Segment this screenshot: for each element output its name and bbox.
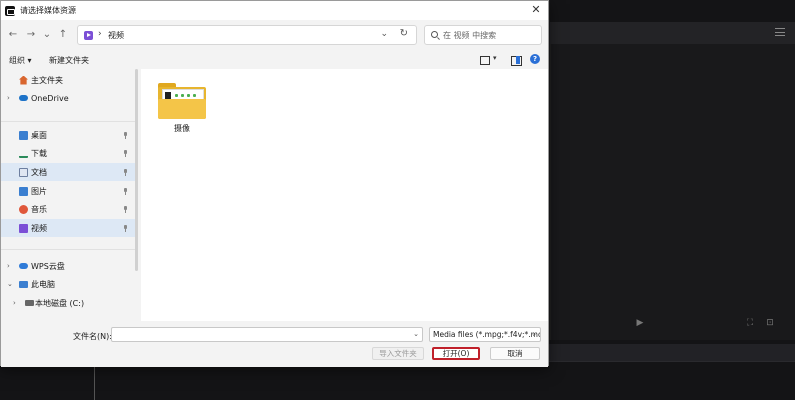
dialog-title: 请选择媒体资源 (20, 6, 76, 15)
search-box[interactable]: 在 视频 中搜索 (424, 25, 542, 45)
file-list-pane: 摄像 (141, 69, 548, 321)
video-icon (19, 223, 28, 233)
sidebar-item-videos[interactable]: 视频 (1, 219, 135, 237)
sidebar-item-music[interactable]: 音乐 (1, 200, 135, 218)
expand-chevron-icon[interactable]: › (7, 94, 10, 102)
timeline-playhead[interactable] (94, 362, 95, 400)
filename-input[interactable]: ⌄ (111, 327, 423, 342)
sidebar-item-downloads[interactable]: 下载 (1, 144, 135, 162)
sidebar-item-onedrive[interactable]: › OneDrive (1, 89, 135, 107)
computer-icon (19, 280, 28, 288)
file-type-select[interactable]: Media files (*.mpg;*.f4v;*.mo ⌄ (429, 327, 541, 342)
sidebar-item-home[interactable]: 主文件夹 (1, 71, 135, 89)
sidebar-item-label: WPS云盘 (31, 261, 65, 271)
sidebar-item-this-pc[interactable]: ⌄ 此电脑 (1, 275, 135, 293)
new-folder-button[interactable]: 新建文件夹 (49, 55, 89, 66)
filename-label: 文件名(N): (73, 332, 112, 341)
sidebar-item-label: 桌面 (31, 130, 47, 140)
desktop-icon (19, 130, 28, 140)
sidebar-item-pictures[interactable]: 图片 (1, 182, 135, 200)
wps-cloud-icon (19, 263, 28, 269)
background-titlebar (550, 0, 795, 22)
play-icon[interactable]: ▶ (634, 318, 646, 328)
recent-locations-icon[interactable]: ⌄ (41, 29, 53, 41)
expand-chevron-icon[interactable]: › (13, 299, 16, 307)
dialog-titlebar: 请选择媒体资源 ✕ (1, 1, 548, 20)
sidebar-item-label: 下载 (31, 148, 47, 158)
forward-arrow-icon[interactable]: → (25, 29, 37, 41)
home-icon (19, 75, 28, 85)
command-bar: 组织 ▾ 新建文件夹 ▾ (1, 51, 548, 69)
cancel-button[interactable]: 取消 (490, 347, 540, 360)
fullscreen-icon[interactable]: ⛶ (744, 318, 756, 328)
sidebar-item-label: OneDrive (31, 93, 69, 103)
pin-icon[interactable] (123, 131, 128, 139)
hamburger-menu-icon[interactable] (775, 28, 785, 36)
music-icon (19, 204, 28, 214)
background-preview-panel (550, 44, 795, 340)
dialog-footer: 文件名(N): ⌄ Media files (*.mpg;*.f4v;*.mo … (1, 321, 548, 367)
pin-icon[interactable] (123, 205, 128, 213)
download-icon (19, 149, 28, 158)
view-dropdown-icon[interactable]: ▾ (493, 54, 497, 62)
address-bar[interactable]: › 视频 ⌄ ↻ (77, 25, 417, 45)
sidebar-item-label: 音乐 (31, 204, 47, 214)
preview-pane-icon[interactable] (510, 54, 522, 66)
document-icon (19, 167, 28, 177)
video-folder-icon (84, 31, 93, 40)
sidebar-item-label: 文档 (31, 167, 47, 177)
close-icon[interactable]: ✕ (530, 4, 542, 16)
sidebar-item-label: 此电脑 (31, 279, 55, 289)
sidebar-divider (1, 249, 135, 250)
back-arrow-icon[interactable]: ← (7, 29, 19, 41)
sidebar-item-desktop[interactable]: 桌面 (1, 126, 135, 144)
folder-item[interactable]: 摄像 (156, 79, 212, 147)
pictures-icon (19, 186, 28, 196)
sidebar-item-documents[interactable]: 文档 (1, 163, 135, 181)
sidebar-scrollbar[interactable] (135, 69, 138, 271)
pin-icon[interactable] (123, 224, 128, 232)
sidebar-item-label: 主文件夹 (31, 75, 63, 85)
background-toolbar (550, 22, 795, 44)
folder-icon (156, 79, 208, 121)
pin-icon[interactable] (123, 168, 128, 176)
refresh-icon[interactable]: ↻ (400, 28, 408, 39)
organize-button[interactable]: 组织 ▾ (9, 55, 32, 66)
pin-icon[interactable] (123, 149, 128, 157)
ratio-icon[interactable]: ⊡ (764, 318, 776, 328)
view-mode-icon[interactable] (479, 54, 491, 66)
collapse-chevron-icon[interactable]: ⌄ (7, 280, 13, 288)
sidebar-item-local-disk-c[interactable]: › 本地磁盘 (C:) (1, 294, 135, 312)
drive-icon (25, 300, 34, 306)
open-button[interactable]: 打开(O) (432, 347, 480, 360)
file-open-dialog: 请选择媒体资源 ✕ ← → ⌄ ↑ › 视频 ⌄ ↻ 在 视频 中搜索 组织 ▾… (0, 0, 549, 367)
sidebar-item-label: 视频 (31, 223, 47, 233)
help-icon[interactable] (529, 54, 541, 66)
file-type-dropdown-icon[interactable]: ⌄ (531, 330, 537, 338)
filename-dropdown-icon[interactable]: ⌄ (413, 330, 419, 338)
up-arrow-icon[interactable]: ↑ (57, 29, 69, 41)
sidebar-item-wps-cloud[interactable]: › WPS云盘 (1, 257, 135, 275)
sidebar-item-label: 本地磁盘 (C:) (35, 298, 85, 308)
folder-name: 摄像 (174, 124, 190, 133)
file-type-value: Media files (*.mpg;*.f4v;*.mo (433, 330, 541, 339)
cloud-icon (19, 95, 28, 101)
breadcrumb-separator-icon[interactable]: › (98, 29, 102, 39)
sidebar-divider (1, 121, 135, 122)
search-placeholder: 在 视频 中搜索 (443, 31, 497, 40)
app-logo-icon (5, 5, 15, 16)
breadcrumb-current[interactable]: 视频 (108, 30, 124, 41)
expand-chevron-icon[interactable]: › (7, 262, 10, 270)
pin-icon[interactable] (123, 187, 128, 195)
address-dropdown-icon[interactable]: ⌄ (380, 29, 388, 39)
sidebar-item-label: 图片 (31, 186, 47, 196)
import-folder-button[interactable]: 导入文件夹 (372, 347, 424, 360)
search-icon (431, 31, 438, 38)
navigation-pane: 主文件夹 › OneDrive 桌面 下载 文档 图片 音乐 视频 › WPS云… (1, 69, 139, 321)
